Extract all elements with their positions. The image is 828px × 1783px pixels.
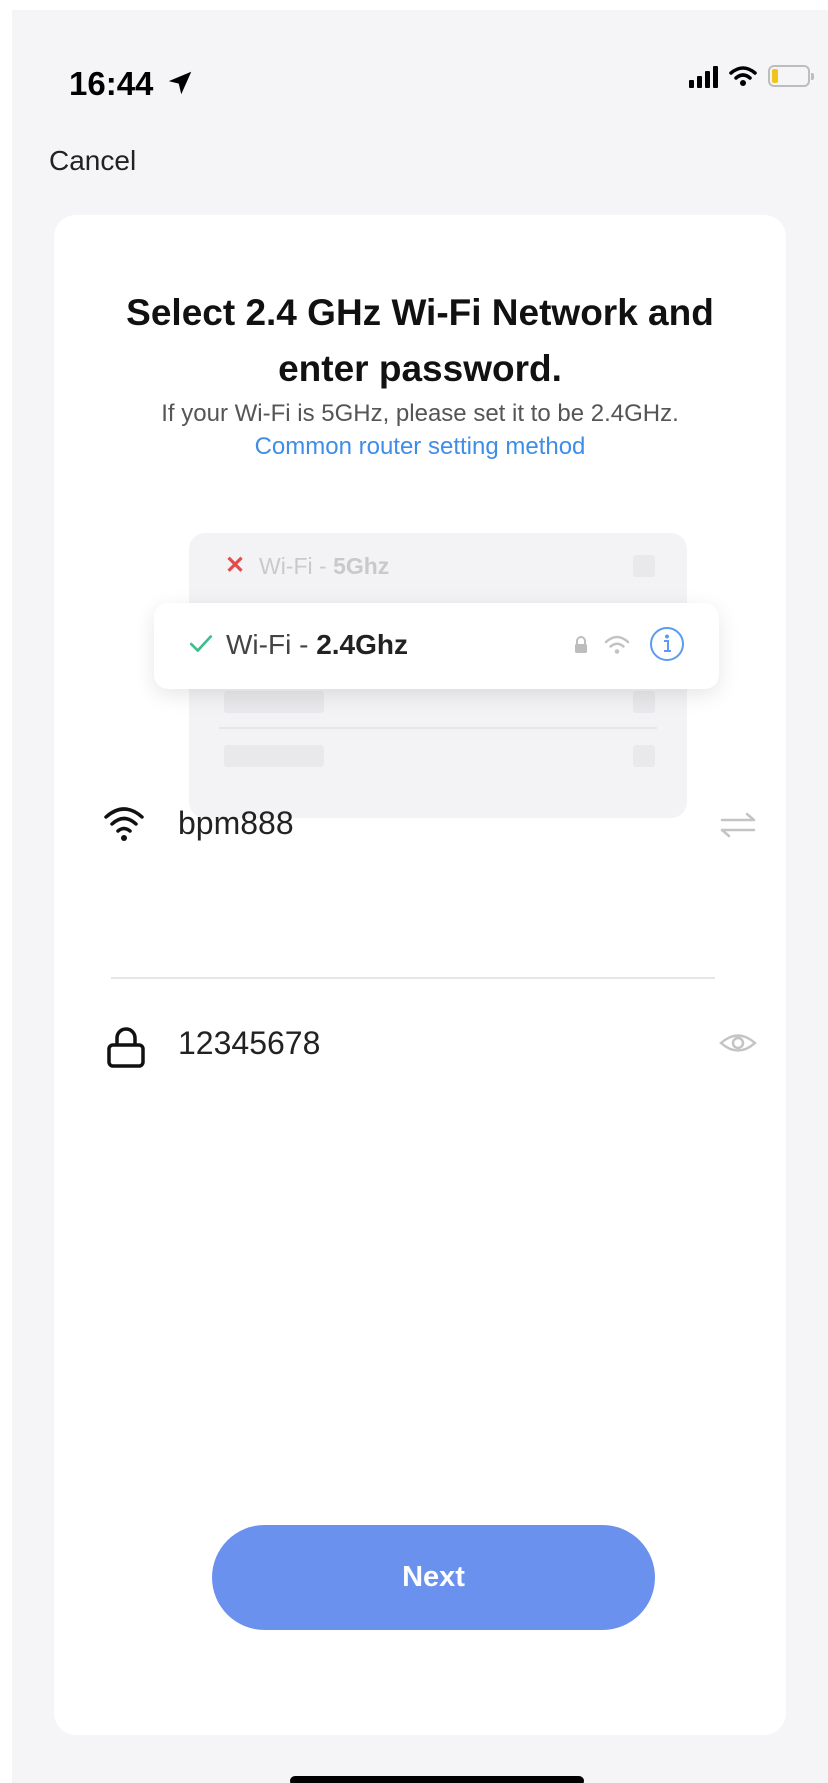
lock-icon	[575, 636, 587, 653]
status-time: 16:44	[69, 65, 154, 102]
network-24ghz-prefix: Wi-Fi -	[226, 629, 317, 660]
placeholder-divider	[219, 727, 657, 729]
placeholder-icon	[633, 555, 655, 577]
network-5ghz-band: 5Ghz	[333, 553, 390, 579]
network-24ghz-band: 2.4Ghz	[316, 629, 408, 660]
screen: 16:44 Cancel Select 2.4 GHz Wi-Fi Networ…	[12, 10, 828, 1783]
password-field[interactable]: 12345678	[178, 1025, 320, 1062]
lock-icon	[107, 1027, 145, 1068]
router-setting-link[interactable]: Common router setting method	[54, 433, 786, 461]
check-icon	[189, 635, 213, 652]
wifi-icon	[104, 807, 144, 841]
battery-icon	[768, 65, 814, 87]
next-button[interactable]: Next	[212, 1525, 655, 1630]
placeholder-bar	[224, 691, 324, 713]
subtitle: If your Wi-Fi is 5GHz, please set it to …	[161, 400, 679, 427]
wifi-icon	[729, 66, 757, 86]
cancel-button[interactable]: Cancel	[49, 145, 136, 177]
placeholder-icon	[633, 745, 655, 767]
placeholder-bar	[224, 745, 324, 767]
ssid-field[interactable]: bpm888	[178, 805, 294, 842]
signal-icon	[689, 64, 718, 88]
network-row-24ghz: Wi-Fi - 2.4Ghz	[154, 603, 719, 689]
location-arrow-icon	[168, 71, 192, 95]
status-icons	[689, 64, 814, 88]
network-5ghz-prefix: Wi-Fi -	[259, 553, 334, 579]
placeholder-icon	[633, 691, 655, 713]
home-indicator	[290, 1776, 584, 1783]
cross-icon: ✕	[225, 552, 246, 579]
wifi-setup-card: Select 2.4 GHz Wi-Fi Network and enter p…	[54, 215, 786, 1735]
page-title: Select 2.4 GHz Wi-Fi Network and enter p…	[126, 292, 714, 389]
eye-icon[interactable]	[718, 1027, 758, 1059]
switch-network-icon[interactable]	[718, 809, 758, 841]
field-divider	[111, 977, 715, 979]
info-icon	[650, 627, 684, 661]
wifi-signal-icon	[604, 635, 630, 654]
network-row-5ghz: ✕ Wi-Fi - 5Ghz	[189, 533, 687, 591]
